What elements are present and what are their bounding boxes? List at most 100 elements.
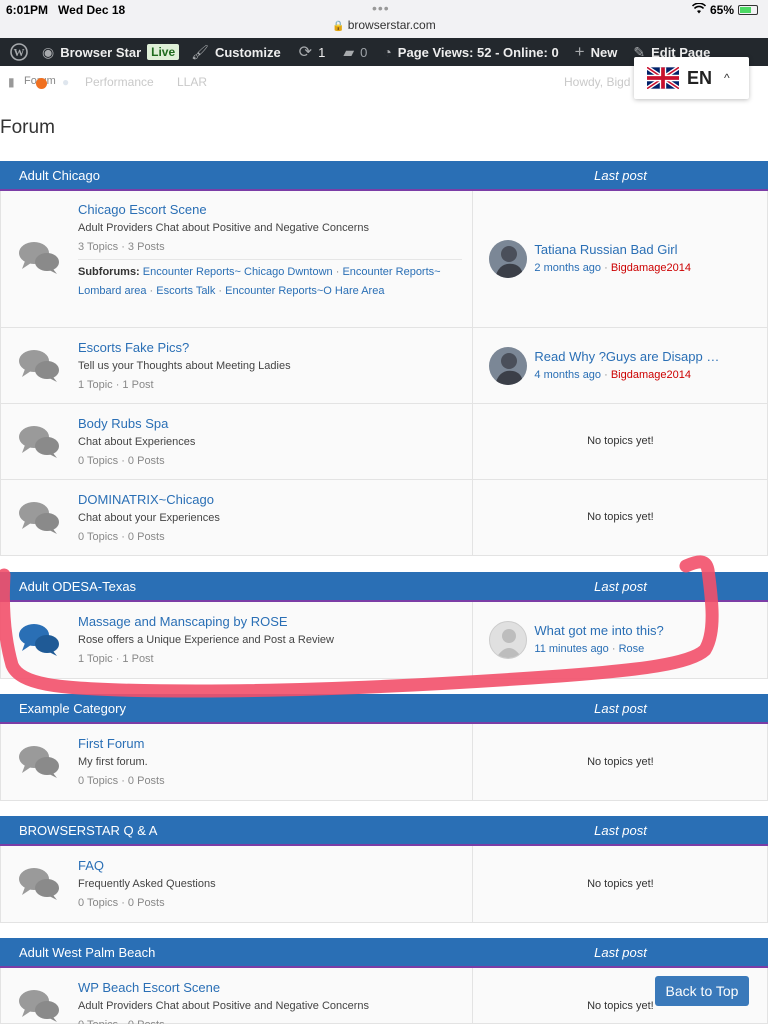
refresh-icon: ⟳ bbox=[298, 44, 313, 61]
nav-performance[interactable]: Performance bbox=[85, 75, 154, 89]
forum-info: Escorts Fake Pics? Tell us your Thoughts… bbox=[1, 328, 474, 403]
last-post-time[interactable]: 11 minutes ago bbox=[534, 643, 608, 655]
forum-stats: 1 Topic · 1 Post bbox=[78, 379, 154, 391]
updates-button[interactable]: ⟳ 1 bbox=[299, 38, 326, 66]
last-post-header: Last post bbox=[594, 822, 647, 838]
last-post-meta: 11 minutes ago · Rose bbox=[534, 643, 645, 655]
avatar[interactable] bbox=[489, 347, 528, 385]
avatar[interactable] bbox=[489, 621, 528, 659]
subforum-link[interactable]: Encounter Reports~O Hare Area bbox=[225, 285, 384, 297]
category-adult-odesa-texas: Adult ODESA-Texas Last post Massage and … bbox=[0, 572, 768, 679]
avatar[interactable] bbox=[489, 240, 528, 278]
chat-bubbles-icon bbox=[19, 746, 59, 778]
last-post-author[interactable]: Rose bbox=[619, 643, 645, 655]
svg-text:W: W bbox=[14, 47, 25, 59]
last-post-header: Last post bbox=[594, 578, 647, 594]
category-header: Adult West Palm Beach Last post bbox=[0, 938, 768, 968]
lock-icon: 🔒 bbox=[332, 21, 345, 32]
last-post-meta: 2 months ago · Bigdamage2014 bbox=[534, 262, 691, 274]
forum-row: Chicago Escort Scene Adult Providers Cha… bbox=[0, 191, 768, 328]
stats-button[interactable]: ◔ Page Views: 52 - Online: 0 bbox=[383, 38, 558, 66]
address-bar[interactable]: 🔒 browserstar.com bbox=[0, 18, 768, 32]
subforums-list: Subforums: Encounter Reports~ Chicago Dw… bbox=[78, 259, 462, 301]
last-post-time[interactable]: 4 months ago bbox=[534, 369, 601, 381]
forum-row: Escorts Fake Pics? Tell us your Thoughts… bbox=[0, 328, 768, 404]
category-browserstar-qa: BROWSERSTAR Q & A Last post FAQ Frequent… bbox=[0, 816, 768, 923]
category-header: Adult ODESA-Texas Last post bbox=[0, 572, 768, 602]
wordpress-icon: W bbox=[10, 43, 28, 61]
forum-info: Body Rubs Spa Chat about Experiences 0 T… bbox=[1, 404, 474, 479]
last-post-time[interactable]: 2 months ago bbox=[534, 262, 601, 274]
forum-info: FAQ Frequently Asked Questions 0 Topics … bbox=[1, 846, 474, 922]
chat-bubbles-icon bbox=[19, 426, 59, 458]
tab-options-icon[interactable]: ••• bbox=[372, 0, 390, 16]
forum-description: Adult Providers Chat about Positive and … bbox=[78, 1000, 370, 1012]
forum-title[interactable]: DOMINATRIX~Chicago bbox=[78, 492, 214, 507]
last-post-title[interactable]: Tatiana Russian Bad Girl bbox=[534, 242, 759, 257]
last-post-cell: What got me into this? 11 minutes ago · … bbox=[473, 602, 767, 678]
nav-howdy[interactable]: Howdy, Bigd bbox=[564, 75, 630, 89]
forum-info: DOMINATRIX~Chicago Chat about your Exper… bbox=[1, 480, 474, 555]
category-name[interactable]: Adult Chicago bbox=[0, 168, 473, 183]
forum-title[interactable]: Massage and Manscaping by ROSE bbox=[78, 614, 288, 629]
plus-icon: + bbox=[574, 42, 585, 61]
no-topics-text: No topics yet! bbox=[587, 435, 654, 447]
no-topics-text: No topics yet! bbox=[587, 756, 654, 768]
forum-stats: 3 Topics · 3 Posts bbox=[78, 241, 165, 253]
category-name[interactable]: BROWSERSTAR Q & A bbox=[0, 823, 473, 838]
chat-bubbles-icon bbox=[19, 624, 59, 656]
category-name[interactable]: Example Category bbox=[0, 701, 473, 716]
last-post-cell: Read Why ?Guys are Disapp … 4 months ago… bbox=[473, 328, 767, 403]
forum-row: Body Rubs Spa Chat about Experiences 0 T… bbox=[0, 404, 768, 480]
back-to-top-button[interactable]: Back to Top bbox=[655, 976, 749, 1006]
forum-stats: 0 Topics · 0 Posts bbox=[78, 897, 165, 909]
new-content-button[interactable]: + New bbox=[575, 38, 618, 66]
last-post-author[interactable]: Bigdamage2014 bbox=[611, 262, 691, 274]
forum-info: Chicago Escort Scene Adult Providers Cha… bbox=[1, 191, 474, 327]
forum-info: Massage and Manscaping by ROSE Rose offe… bbox=[1, 602, 474, 678]
subforum-link[interactable]: Encounter Reports~ Chicago Dwntown bbox=[143, 266, 333, 278]
forum-description: Chat about Experiences bbox=[78, 436, 196, 448]
forum-description: Frequently Asked Questions bbox=[78, 878, 216, 890]
category-name[interactable]: Adult ODESA-Texas bbox=[0, 579, 473, 594]
last-post-author[interactable]: Bigdamage2014 bbox=[611, 369, 691, 381]
last-post-title[interactable]: What got me into this? bbox=[534, 623, 759, 638]
forum-description: Chat about your Experiences bbox=[78, 512, 220, 524]
forum-title[interactable]: First Forum bbox=[78, 736, 144, 751]
forum-row: FAQ Frequently Asked Questions 0 Topics … bbox=[0, 846, 768, 923]
chat-bubbles-icon bbox=[19, 990, 59, 1022]
subforum-link[interactable]: Escorts Talk bbox=[156, 285, 215, 297]
forum-title[interactable]: Body Rubs Spa bbox=[78, 416, 168, 431]
wordpress-logo-button[interactable]: W bbox=[10, 38, 28, 66]
forum-title[interactable]: WP Beach Escort Scene bbox=[78, 980, 220, 995]
nav-llar[interactable]: LLAR bbox=[177, 75, 207, 89]
forum-row: Massage and Manscaping by ROSE Rose offe… bbox=[0, 602, 768, 679]
forum-stats: 1 Topic · 1 Post bbox=[78, 653, 154, 665]
forum-row: First Forum My first forum. 0 Topics · 0… bbox=[0, 724, 768, 801]
forum-title[interactable]: Escorts Fake Pics? bbox=[78, 340, 189, 355]
forum-title[interactable]: Chicago Escort Scene bbox=[78, 202, 207, 217]
comments-button[interactable]: ▰ 0 bbox=[343, 38, 367, 66]
forum-stats: 0 Topics · 0 Posts bbox=[78, 455, 165, 467]
site-name-button[interactable]: ◉ Browser Star Live bbox=[42, 38, 180, 66]
category-name[interactable]: Adult West Palm Beach bbox=[0, 945, 473, 960]
last-post-title[interactable]: Read Why ?Guys are Disapp … bbox=[534, 349, 759, 364]
brush-icon: 🖌 bbox=[191, 43, 209, 60]
forum-info: First Forum My first forum. 0 Topics · 0… bbox=[1, 724, 474, 800]
last-post-header: Last post bbox=[594, 944, 647, 960]
chart-icon: ◔ bbox=[383, 44, 392, 60]
category-adult-west-palm-beach: Adult West Palm Beach Last post WP Beach… bbox=[0, 938, 768, 1024]
forum-title[interactable]: FAQ bbox=[78, 858, 104, 873]
status-time: 6:01PM Wed Dec 18 bbox=[6, 3, 126, 17]
forum-nav-icon: ▮ bbox=[8, 75, 15, 89]
battery-level: 65% bbox=[709, 3, 734, 17]
customize-button[interactable]: 🖌 Customize bbox=[191, 38, 281, 66]
language-switcher[interactable]: EN ^ bbox=[634, 57, 749, 99]
notification-dot bbox=[36, 78, 47, 89]
no-topics-text: No topics yet! bbox=[587, 511, 654, 523]
chevron-up-icon: ^ bbox=[724, 71, 730, 85]
last-post-cell: No topics yet! bbox=[473, 846, 767, 922]
last-post-header: Last post bbox=[594, 700, 647, 716]
forum-info: WP Beach Escort Scene Adult Providers Ch… bbox=[1, 968, 474, 1024]
performance-icon: ● bbox=[62, 75, 70, 89]
